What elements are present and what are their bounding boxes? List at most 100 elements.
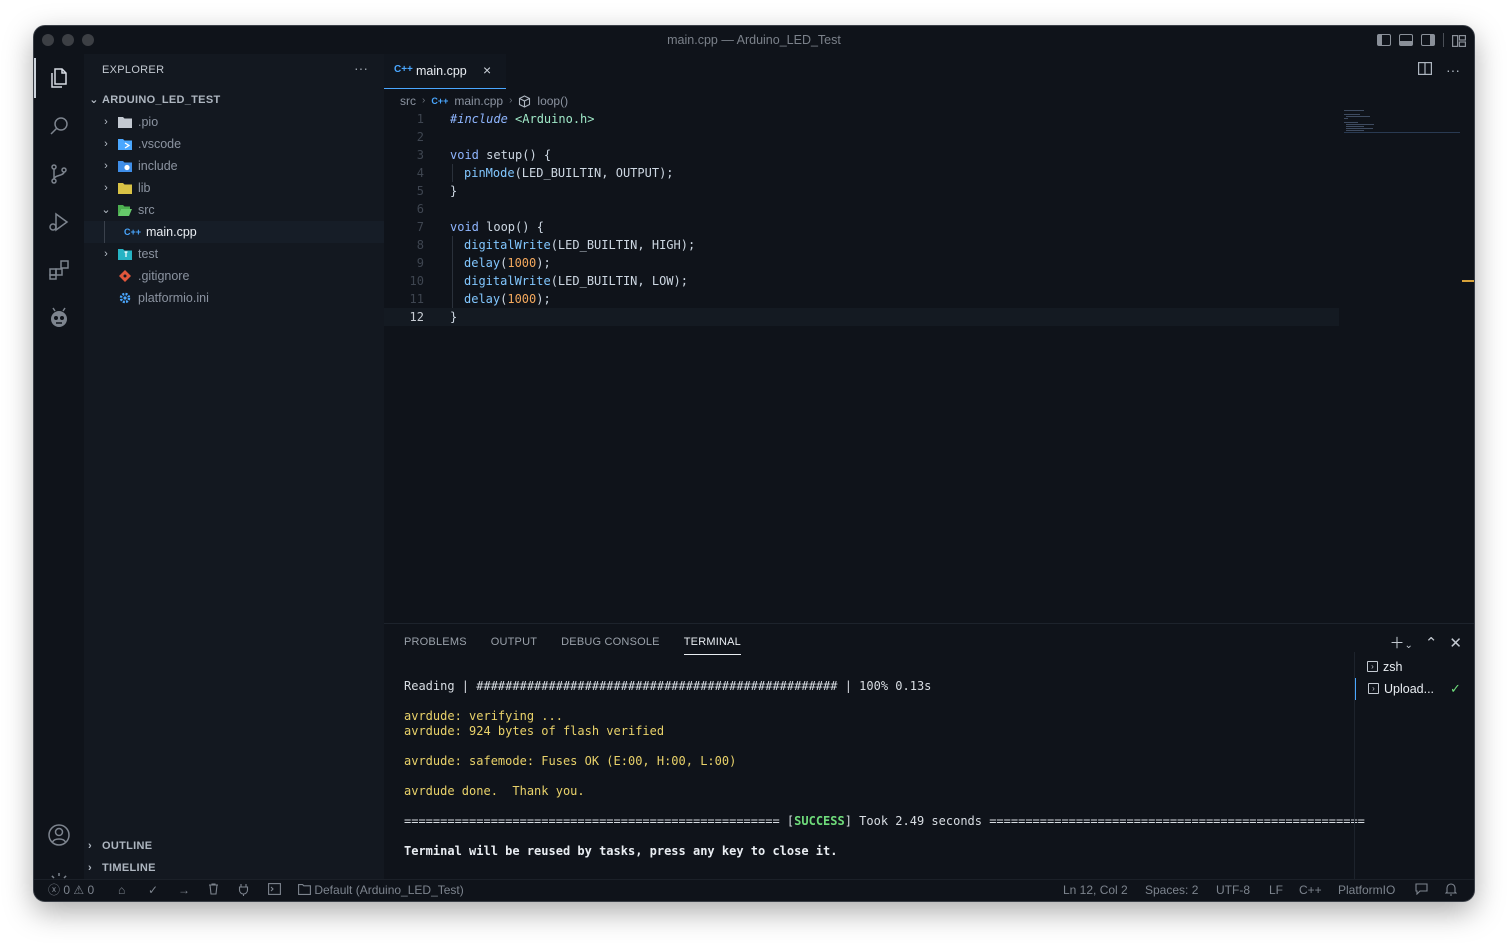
code-token: 1000 (507, 256, 537, 270)
tab-terminal[interactable]: TERMINAL (683, 634, 741, 655)
tree-item-label: include (138, 159, 178, 173)
tree-item-platformio-ini[interactable]: platformio.ini (84, 287, 384, 309)
indent-guide (452, 164, 453, 182)
line-number: 11 (409, 292, 424, 306)
feedback-icon[interactable] (1415, 880, 1428, 901)
code-editor[interactable]: 1 #include <Arduino.h> 2 3 void setup() { … (384, 110, 1339, 326)
chevron-right-icon: › (88, 840, 92, 852)
platformio-status[interactable]: PlatformIO (1338, 880, 1395, 901)
toggle-primary-sidebar-icon[interactable] (1377, 34, 1391, 46)
toggle-secondary-sidebar-icon[interactable] (1421, 34, 1435, 46)
explorer-title: EXPLORER (102, 64, 165, 76)
extensions-icon[interactable] (34, 246, 84, 294)
code-token: delay (464, 256, 501, 270)
terminal-item-zsh[interactable]: › zsh (1355, 656, 1474, 678)
tab-main-cpp[interactable]: C++ main.cpp × (384, 54, 506, 89)
code-line-current: 12} (384, 308, 1339, 326)
tree-item-pio[interactable]: › .pio (84, 111, 384, 133)
project-folder-row[interactable]: ⌄ ARDUINO_LED_TEST (84, 89, 384, 111)
breadcrumb-folder[interactable]: src (400, 91, 416, 111)
indentation[interactable]: Spaces: 2 (1145, 880, 1198, 901)
tree-item-lib[interactable]: › lib (84, 177, 384, 199)
terminal-item-upload[interactable]: › Upload... ✓ (1355, 678, 1474, 700)
language-mode[interactable]: C++ (1299, 880, 1322, 901)
tree-item-main-cpp[interactable]: C++ main.cpp (84, 221, 384, 243)
timeline-section[interactable]: › TIMELINE (84, 857, 384, 879)
pio-home-icon[interactable]: ⌂ (118, 880, 125, 901)
encoding[interactable]: UTF-8 (1216, 880, 1250, 901)
notifications-bell-icon[interactable] (1444, 880, 1458, 901)
problems-status[interactable]: ⓧ 0 ⚠ 0 (48, 880, 94, 901)
environment-label: Default (Arduino_LED_Test) (314, 883, 464, 897)
pio-build-icon[interactable]: ✓ (148, 880, 158, 901)
split-editor-icon[interactable] (1418, 62, 1433, 78)
warning-icon: ⚠ (73, 883, 85, 897)
settings-file-icon (119, 292, 131, 304)
cpp-file-icon: C++ (431, 96, 449, 106)
pio-serial-monitor-icon[interactable] (238, 880, 249, 901)
outline-label: OUTLINE (102, 840, 153, 852)
toggle-panel-icon[interactable] (1399, 34, 1413, 46)
maximize-panel-icon[interactable]: ⌃ (1425, 634, 1438, 652)
project-environment[interactable]: Default (Arduino_LED_Test) (298, 880, 464, 901)
code-token: void (450, 220, 479, 234)
code-token: 1000 (507, 292, 537, 306)
close-panel-icon[interactable]: ✕ (1449, 634, 1462, 652)
end-of-line[interactable]: LF (1269, 880, 1283, 901)
pio-terminal-icon[interactable] (268, 880, 281, 901)
tree-item-src[interactable]: ⌄ src (84, 199, 384, 221)
cpp-file-icon: C++ (124, 227, 142, 237)
cursor-position[interactable]: Ln 12, Col 2 (1063, 880, 1128, 901)
tree-item-label: lib (138, 181, 151, 195)
account-icon[interactable] (34, 811, 84, 859)
minimap[interactable] (1342, 110, 1474, 623)
warning-count: 0 (87, 883, 95, 897)
breadcrumb-symbol[interactable]: loop() (537, 91, 568, 111)
search-icon[interactable] (34, 102, 84, 150)
tree-item-include[interactable]: › include (84, 155, 384, 177)
source-control-icon[interactable] (34, 150, 84, 198)
outline-section[interactable]: › OUTLINE (84, 835, 384, 857)
editor-more-actions-icon[interactable]: ··· (1446, 62, 1460, 78)
code-token: ); (536, 256, 551, 270)
tree-item-test[interactable]: › test (84, 243, 384, 265)
tab-debug-console[interactable]: DEBUG CONSOLE (561, 634, 660, 654)
explorer-sidebar: EXPLORER ··· ⌄ ARDUINO_LED_TEST › .pio ›… (84, 54, 384, 879)
run-debug-icon[interactable] (34, 198, 84, 246)
tab-close-icon[interactable]: × (483, 62, 491, 78)
terminal-line: Terminal will be reused by tasks, press … (404, 844, 838, 858)
vscode-window: main.cpp — Arduino_LED_Test EXPLORER ···… (34, 26, 1474, 901)
tree-item-gitignore[interactable]: .gitignore (84, 265, 384, 287)
pio-clean-icon[interactable] (208, 880, 219, 901)
breadcrumb-file[interactable]: main.cpp (454, 91, 503, 111)
chevron-down-icon: ⌄ (89, 94, 99, 106)
terminal-text: ========================================… (404, 814, 795, 828)
tab-label: main.cpp (416, 64, 467, 78)
tree-item-vscode[interactable]: › .vscode (84, 133, 384, 155)
customize-layout-icon[interactable] (1452, 34, 1467, 48)
status-bar: ⓧ 0 ⚠ 0 ⌂ ✓ → Default (Arduino_LED_Test)… (34, 879, 1474, 901)
terminal-icon: › (1367, 661, 1378, 672)
explorer-icon[interactable] (34, 54, 84, 102)
line-number: 4 (416, 166, 424, 180)
window-title: main.cpp — Arduino_LED_Test (667, 33, 841, 47)
explorer-more-actions-button[interactable]: ··· (354, 60, 368, 76)
panel-actions: ＋⌄ ⌃ ✕ (1389, 632, 1462, 653)
check-icon: ✓ (1450, 681, 1461, 696)
code-token: loop() { (478, 220, 544, 234)
terminal-line: avrdude done. Thank you. (404, 784, 585, 798)
new-terminal-icon[interactable]: ＋⌄ (1389, 632, 1412, 653)
terminal-output[interactable]: Reading | ##############################… (404, 679, 1365, 859)
terminal-item-label: Upload... (1384, 682, 1435, 696)
platformio-icon[interactable] (34, 294, 84, 342)
pio-upload-icon[interactable]: → (178, 880, 190, 901)
indent-guide (104, 221, 105, 243)
code-line: 8 digitalWrite(LED_BUILTIN, HIGH); (384, 236, 1339, 254)
tab-problems[interactable]: PROBLEMS (404, 634, 467, 654)
chevron-down-icon[interactable]: ⌄ (1404, 640, 1412, 651)
tab-output[interactable]: OUTPUT (491, 634, 537, 654)
line-number: 8 (416, 238, 424, 252)
chevron-right-icon: › (104, 160, 108, 172)
git-icon (119, 270, 131, 282)
